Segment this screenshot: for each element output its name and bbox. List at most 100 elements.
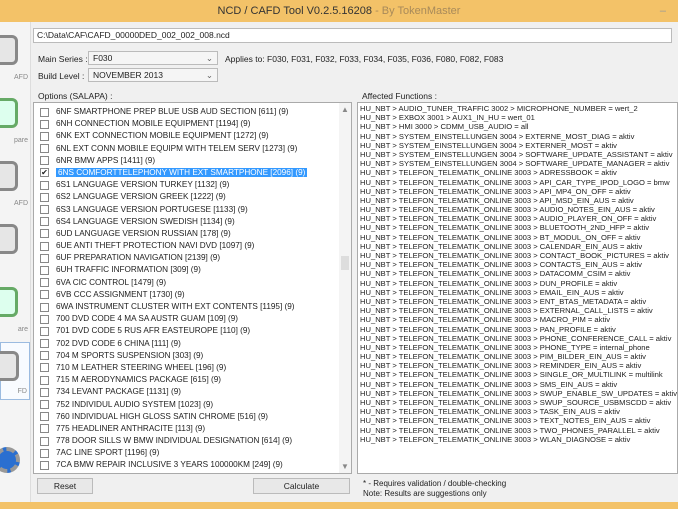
option-item[interactable]: 715 M AERODYNAMICS PACKAGE [615] (9) [34,374,351,386]
options-scrollbar[interactable]: ▲ ▼ [339,103,351,473]
option-item[interactable]: 6VB CCC ASSIGNMENT [1730] (9) [34,289,351,301]
main-series-select[interactable]: F030 ⌄ [88,51,218,65]
option-checkbox[interactable] [40,217,49,227]
option-checkbox[interactable] [40,131,49,141]
device-icon [0,287,18,317]
function-item: HU_NBT > TELEFON_TELEMATIK_ONLINE 3003 >… [360,260,642,270]
option-checkbox[interactable] [40,448,49,458]
option-checkbox[interactable] [40,180,49,190]
option-item[interactable]: 701 DVD CODE 5 RUS AFR EASTEUROPE [110] … [34,325,351,337]
option-item[interactable]: 704 M SPORTS SUSPENSION [303] (9) [34,350,351,362]
sidebar-item[interactable]: AFD [0,27,30,85]
option-item[interactable]: 6S1 LANGUAGE VERSION TURKEY [1132] (9) [34,179,351,191]
option-checkbox[interactable] [40,375,49,385]
function-item: HU_NBT > TELEFON_TELEMATIK_ONLINE 3003 >… [360,223,650,233]
sidebar-item[interactable]: FD [0,342,30,400]
build-level-select[interactable]: NOVEMBER 2013 ⌄ [88,68,218,82]
option-checkbox[interactable] [40,326,49,336]
option-item[interactable]: ✔ 6NS COMFORTTELEPHONY WITH EXT SMARTPHON… [34,167,351,179]
scroll-up-icon[interactable]: ▲ [341,105,349,114]
function-item: HU_NBT > AUDIO_TUNER_TRAFFIC 3002 > MICR… [360,104,638,113]
option-checkbox[interactable] [40,339,49,349]
sidebar-item[interactable]: are [0,279,30,337]
option-checkbox[interactable] [40,314,49,324]
option-checkbox[interactable] [40,119,49,129]
option-checkbox[interactable] [40,363,49,373]
option-item[interactable]: 6UD LANGUAGE VERSION RUSSIAN [178] (9) [34,228,351,240]
affected-functions-list[interactable]: HU_NBT > AUDIO_TUNER_TRAFFIC 3002 > MICR… [357,102,678,474]
functions-label: Affected Functions : [362,91,437,101]
option-checkbox[interactable] [40,144,49,154]
scroll-down-icon[interactable]: ▼ [341,462,349,471]
option-item[interactable]: 6NL EXT CONN MOBILE EQUIPM WITH TELEM SE… [34,143,351,155]
option-item[interactable]: 752 INDIVIDUL AUDIO SYSTEM [1023] (9) [34,399,351,411]
option-item[interactable]: 700 DVD CODE 4 MA SA AUSTR GUAM [109] (9… [34,313,351,325]
calculate-button[interactable]: Calculate [253,478,350,494]
option-item[interactable]: 6UF PREPARATION NAVIGATION [2139] (9) [34,252,351,264]
option-item[interactable]: 760 INDIVIDUAL HIGH GLOSS SATIN CHROME [… [34,411,351,423]
option-checkbox[interactable] [40,460,49,470]
sidebar-item[interactable]: AFD [0,153,30,211]
option-checkbox[interactable] [40,192,49,202]
option-item[interactable]: 6S2 LANGUAGE VERSION GREEK [1222] (9) [34,191,351,203]
option-item[interactable]: 6S4 LANGUAGE VERSION SWEDISH [1134] (9) [34,216,351,228]
window-title: NCD / CAFD Tool V0.2.5.16208 [217,5,373,17]
taskbar-strip [0,502,678,509]
option-item[interactable]: 702 DVD CODE 6 CHINA [111] (9) [34,338,351,350]
function-item: HU_NBT > TELEFON_TELEMATIK_ONLINE 3003 >… [360,434,631,444]
sidebar-item[interactable] [0,216,30,274]
option-item[interactable]: 6UE ANTI THEFT PROTECTION NAVI DVD [1097… [34,240,351,252]
scroll-thumb[interactable] [341,256,349,270]
option-checkbox[interactable] [40,302,49,312]
function-item: HU_NBT > TELEFON_TELEMATIK_ONLINE 3003 >… [360,195,634,205]
option-item[interactable]: 7AC LINE SPORT [1196] (9) [34,447,351,459]
option-checkbox[interactable] [40,278,49,288]
main-series-value: F030 [93,53,113,63]
function-item: HU_NBT > TELEFON_TELEMATIK_ONLINE 3003 >… [360,205,655,215]
option-label: 6WA INSTRUMENT CLUSTER WITH EXT CONTENTS… [56,302,295,311]
option-item[interactable]: 7CA BMW REPAIR INCLUSIVE 3 YEARS 100000K… [34,459,351,471]
note-suggestions: Note: Results are suggestions only [363,489,487,498]
option-item[interactable]: 6WA INSTRUMENT CLUSTER WITH EXT CONTENTS… [34,301,351,313]
options-list[interactable]: 6NF SMARTPHONE PREP BLUE USB AUD SECTION… [33,102,352,474]
option-label: 6NK EXT CONNECTION MOBILE EQUIPMENT [127… [56,131,269,141]
option-checkbox[interactable] [40,400,49,409]
option-checkbox[interactable] [40,156,49,166]
file-path-field[interactable]: C:\Data\CAF\CAFD_00000DED_002_002_008.nc… [33,28,672,43]
option-checkbox[interactable]: ✔ [40,168,49,178]
device-icon [0,98,18,128]
option-checkbox[interactable] [40,241,49,251]
option-item[interactable]: 6NH CONNECTION MOBILE EQUIPMENT [1194] (… [34,118,351,130]
option-item[interactable]: 734 LEVANT PACKAGE [1131] (9) [34,386,351,398]
option-checkbox[interactable] [40,412,49,422]
option-checkbox[interactable] [40,436,49,446]
option-label: 700 DVD CODE 4 MA SA AUSTR GUAM [109] (9… [56,314,239,324]
gear-icon[interactable] [0,447,20,473]
option-item[interactable]: 778 DOOR SILLS W BMW INDIVIDUAL DESIGNAT… [34,435,351,447]
option-checkbox[interactable] [40,229,49,239]
function-item: HU_NBT > TELEFON_TELEMATIK_ONLINE 3003 >… [360,269,631,279]
reset-button[interactable]: Reset [37,478,93,494]
function-item: HU_NBT > TELEFON_TELEMATIK_ONLINE 3003 >… [360,324,616,334]
option-item[interactable]: 6VA CIC CONTROL [1479] (9) [34,277,351,289]
sidebar-item[interactable]: pare [0,90,30,148]
option-item[interactable]: 775 HEADLINER ANTHRACITE [113] (9) [34,423,351,435]
option-item[interactable]: 6S3 LANGUAGE VERSION PORTUGESE [1133] (9… [34,204,351,216]
option-checkbox[interactable] [40,424,49,434]
option-item[interactable]: 6NF SMARTPHONE PREP BLUE USB AUD SECTION… [34,106,351,118]
minimize-button[interactable]: – [660,0,666,22]
option-item[interactable]: 6UH TRAFFIC INFORMATION [309] (9) [34,264,351,276]
option-item[interactable]: 6NK EXT CONNECTION MOBILE EQUIPMENT [127… [34,130,351,142]
option-checkbox[interactable] [40,387,49,397]
sidebar-item-label: AFD [14,200,28,207]
option-checkbox[interactable] [40,107,49,117]
option-checkbox[interactable] [40,265,49,275]
option-label: 752 INDIVIDUL AUDIO SYSTEM [1023] (9) [56,399,214,409]
option-checkbox[interactable] [40,290,49,300]
option-checkbox[interactable] [40,351,49,361]
option-item[interactable]: 6NR BMW APPS [1411] (9) [34,155,351,167]
option-checkbox[interactable] [40,205,49,214]
option-item[interactable]: 710 M LEATHER STEERING WHEEL [196] (9) [34,362,351,374]
option-label: 6UE ANTI THEFT PROTECTION NAVI DVD [1097… [56,241,255,251]
option-checkbox[interactable] [40,253,49,263]
